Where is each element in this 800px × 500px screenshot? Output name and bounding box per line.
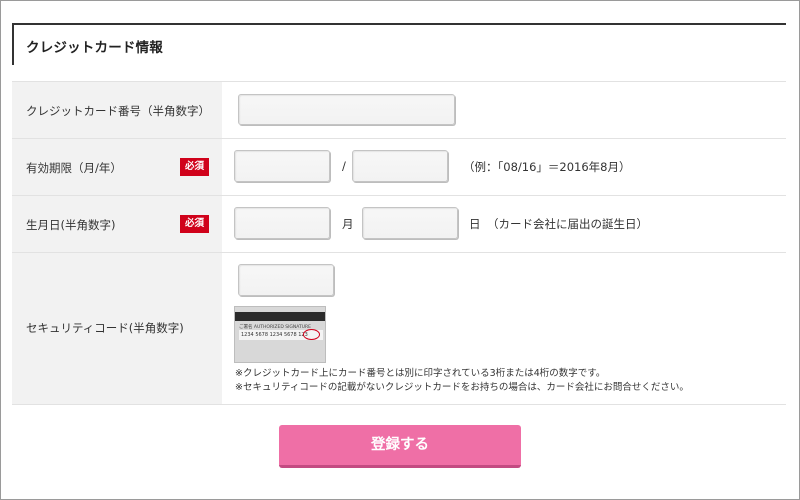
label-cell: 生月日(半角数字) 必須 <box>12 196 222 252</box>
security-code-input[interactable] <box>238 264 334 296</box>
expiry-year-input[interactable] <box>352 150 448 182</box>
expiry-separator: / <box>342 159 346 173</box>
security-code-note-2: ※セキュリティコードの記載がないクレジットカードをお持ちの場合は、カード会社にお… <box>235 382 689 393</box>
row-card-number: クレジットカード番号（半角数字） <box>12 82 786 139</box>
section-heading: クレジットカード情報 <box>12 23 786 65</box>
card-number-label: クレジットカード番号（半角数字） <box>26 104 210 118</box>
security-code-highlight-icon <box>303 329 320 340</box>
expiry-month-input[interactable] <box>234 150 330 182</box>
value-cell: / （例：「08/16」＝2016年8月） <box>222 139 786 195</box>
magnetic-stripe <box>235 312 325 321</box>
expiry-hint: （例：「08/16」＝2016年8月） <box>463 160 631 174</box>
required-badge: 必須 <box>180 158 209 176</box>
security-code-label: セキュリティコード(半角数字) <box>26 321 184 335</box>
row-security-code: セキュリティコード(半角数字) ご署名 AUTHORIZED SIGNATURE… <box>12 253 786 405</box>
birth-day-input[interactable] <box>362 207 458 239</box>
label-cell: 有効期限（月/年） 必須 <box>12 139 222 195</box>
birth-month-input[interactable] <box>234 207 330 239</box>
month-unit: 月 <box>342 217 354 231</box>
value-cell: ご署名 AUTHORIZED SIGNATURE 1234 5678 1234 … <box>222 253 786 404</box>
security-code-note-1: ※クレジットカード上にカード番号とは別に印字されている3桁または4桁の数字です。 <box>235 368 606 379</box>
birthday-label: 生月日(半角数字) <box>26 218 116 232</box>
form-table: クレジットカード番号（半角数字） 有効期限（月/年） 必須 / （例：「08/1… <box>12 81 786 405</box>
value-cell: 月 日 （カード会社に届出の誕生日） <box>222 196 786 252</box>
card-back-image: ご署名 AUTHORIZED SIGNATURE 1234 5678 1234 … <box>234 306 326 363</box>
label-cell: セキュリティコード(半角数字) <box>12 253 222 404</box>
credit-card-form-panel: クレジットカード情報 クレジットカード番号（半角数字） 有効期限（月/年） 必須… <box>0 0 800 500</box>
register-button[interactable]: 登録する <box>279 425 521 468</box>
card-printed-numbers: 1234 5678 1234 5678 123 <box>241 332 308 338</box>
section-title: クレジットカード情報 <box>26 40 163 56</box>
row-expiry: 有効期限（月/年） 必須 / （例：「08/16」＝2016年8月） <box>12 139 786 196</box>
day-unit: 日 <box>469 217 481 231</box>
required-badge: 必須 <box>180 215 209 233</box>
value-cell <box>222 82 786 138</box>
label-cell: クレジットカード番号（半角数字） <box>12 82 222 138</box>
card-number-input[interactable] <box>238 94 455 125</box>
row-birthday: 生月日(半角数字) 必須 月 日 （カード会社に届出の誕生日） <box>12 196 786 253</box>
expiry-label: 有効期限（月/年） <box>26 161 122 175</box>
birthday-hint: （カード会社に届出の誕生日） <box>487 217 648 231</box>
